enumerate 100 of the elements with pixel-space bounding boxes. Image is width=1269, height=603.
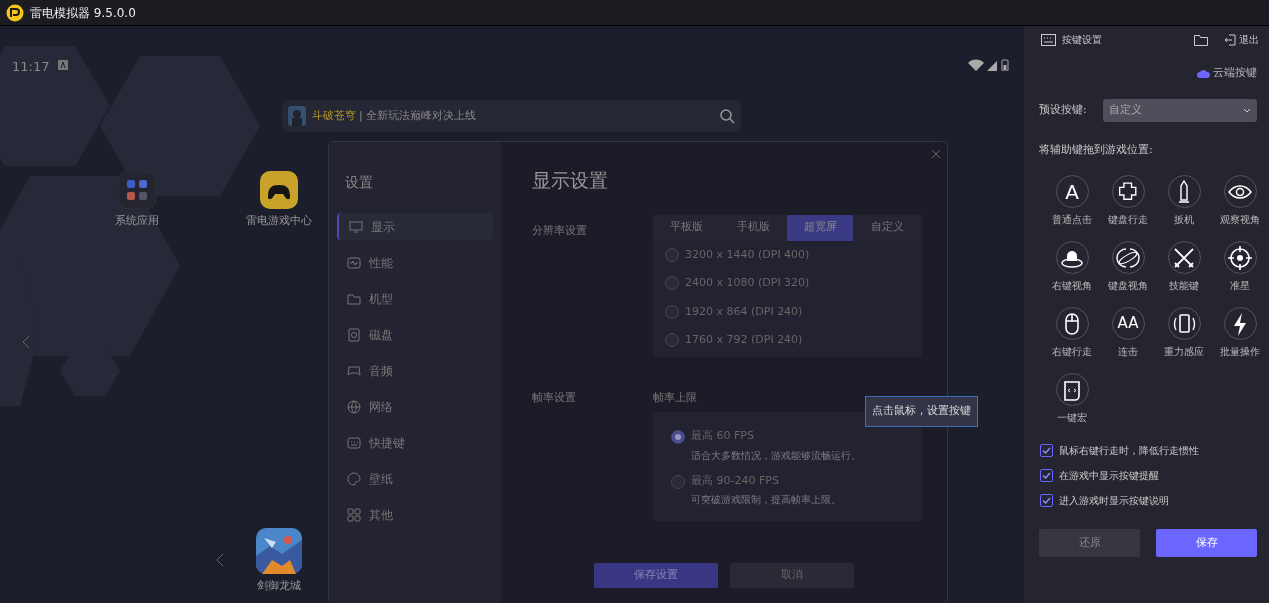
tool-label: 连击 bbox=[1117, 345, 1139, 359]
reset-button[interactable]: 还原 bbox=[1039, 529, 1140, 557]
tooltip: 点击鼠标，设置按键 bbox=[865, 396, 978, 427]
sidebar-item[interactable]: 性能 bbox=[337, 249, 493, 276]
sidebar-item[interactable]: 其他 bbox=[337, 501, 493, 528]
window-title: 雷电模拟器 9.5.0.0 bbox=[30, 4, 136, 22]
checkbox[interactable] bbox=[1040, 444, 1053, 457]
sidebar-item[interactable]: 壁纸 bbox=[337, 465, 493, 492]
tool-label: 批量操作 bbox=[1219, 345, 1261, 359]
app-icon[interactable] bbox=[260, 171, 298, 209]
tool-button[interactable]: 准星 bbox=[1212, 241, 1268, 293]
tool-icon: AA bbox=[1117, 312, 1139, 335]
chevron-down-icon bbox=[1243, 107, 1251, 113]
tool-label: 右键视角 bbox=[1051, 279, 1093, 293]
keyboard-icon bbox=[347, 435, 361, 450]
app-icon[interactable] bbox=[118, 171, 156, 209]
checkbox-label: 进入游戏时显示按键说明 bbox=[1059, 494, 1169, 508]
tab[interactable]: 超宽屏 bbox=[787, 214, 853, 241]
tool-label: 技能键 bbox=[1168, 279, 1200, 293]
sidebar-item[interactable]: 音频 bbox=[337, 357, 493, 384]
checkbox[interactable] bbox=[1040, 494, 1053, 507]
checkbox[interactable] bbox=[1040, 469, 1053, 482]
panel-title: 按键设置 bbox=[1062, 33, 1102, 47]
setting-label: 分辨率设置 bbox=[532, 222, 588, 239]
radio-button[interactable] bbox=[671, 474, 685, 489]
exit-icon bbox=[1224, 33, 1236, 46]
tool-button[interactable]: 一键宏 bbox=[1044, 373, 1100, 425]
palette-icon bbox=[347, 471, 361, 486]
chevron-left-icon[interactable] bbox=[216, 553, 224, 567]
chevron-left-icon[interactable] bbox=[22, 335, 30, 349]
tool-label: 一键宏 bbox=[1056, 411, 1088, 425]
option-label: 1920 x 864 (DPI 240) bbox=[685, 303, 803, 320]
search-bar[interactable]: 斗破苍穹 | 全新玩法巅峰对决上线 bbox=[282, 100, 741, 132]
folder-icon bbox=[347, 291, 361, 306]
tool-label: 键盘视角 bbox=[1107, 279, 1149, 293]
close-icon[interactable] bbox=[931, 149, 941, 159]
cloud-keys-button[interactable]: 云端按键 bbox=[1197, 65, 1257, 82]
radio-button[interactable] bbox=[671, 430, 685, 444]
app-label[interactable]: 系统应用 bbox=[92, 213, 182, 230]
tool-button[interactable]: 技能键 bbox=[1156, 241, 1212, 293]
option-label: 2400 x 1080 (DPI 320) bbox=[685, 275, 810, 291]
sidebar-item[interactable]: 机型 bbox=[337, 285, 493, 312]
tool-button[interactable]: 右键行走 bbox=[1044, 307, 1100, 359]
setting-sublabel: 帧率上限 bbox=[653, 389, 698, 406]
app-label[interactable]: 雷电游戏中心 bbox=[234, 213, 324, 230]
sidebar-item[interactable]: 快捷键 bbox=[337, 429, 493, 456]
radio-button[interactable] bbox=[665, 247, 679, 262]
save-button[interactable]: 保存 bbox=[1156, 529, 1257, 557]
tool-label: 重力感应 bbox=[1163, 345, 1205, 359]
app-label[interactable]: 剑御龙城 bbox=[234, 578, 324, 595]
tool-button[interactable]: 键盘视角 bbox=[1100, 241, 1156, 293]
setting-label: 帧率设置 bbox=[532, 389, 577, 406]
tool-button[interactable]: 扳机 bbox=[1156, 175, 1212, 227]
preset-select[interactable]: 自定义 bbox=[1103, 98, 1257, 122]
game-name: 斗破苍穹 bbox=[312, 107, 356, 124]
grid-icon bbox=[347, 507, 361, 522]
search-icon[interactable] bbox=[719, 108, 735, 124]
globe-icon bbox=[347, 399, 361, 414]
save-button[interactable]: 保存设置 bbox=[594, 563, 718, 588]
logo-icon bbox=[6, 3, 24, 22]
tool-button[interactable]: 键盘行走 bbox=[1100, 175, 1156, 227]
option-hint: 可突破游戏限制，提高帧率上限。 bbox=[691, 493, 841, 507]
tool-button[interactable]: 右键视角 bbox=[1044, 241, 1100, 293]
pulse-icon bbox=[347, 255, 361, 270]
tool-button[interactable]: 批量操作 bbox=[1212, 307, 1268, 359]
instruction-text: 将辅助键拖到游戏位置: bbox=[1039, 141, 1154, 158]
status-time: 11:17 bbox=[12, 58, 50, 76]
radio-button[interactable] bbox=[665, 333, 679, 348]
tool-label: 观察视角 bbox=[1219, 213, 1261, 227]
tool-button[interactable]: 观察视角 bbox=[1212, 175, 1268, 227]
sidebar-item[interactable]: 网络 bbox=[337, 393, 493, 420]
option-hint: 适合大多数情况，游戏能够流畅运行。 bbox=[691, 448, 861, 463]
signal-icon bbox=[968, 59, 1010, 71]
option-label: 最高 60 FPS bbox=[691, 428, 755, 444]
tool-label: 右键行走 bbox=[1051, 345, 1093, 359]
tool-icon: A bbox=[1065, 176, 1079, 207]
tool-button[interactable]: AA 连击 bbox=[1100, 307, 1156, 359]
sidebar-item[interactable]: 磁盘 bbox=[337, 321, 493, 348]
dialog-heading: 显示设置 bbox=[532, 168, 609, 193]
cloud-icon bbox=[1197, 68, 1210, 78]
folder-icon[interactable] bbox=[1194, 33, 1208, 46]
tool-label: 普通点击 bbox=[1051, 213, 1093, 227]
keyboard-icon bbox=[1041, 33, 1056, 46]
notification-icon bbox=[58, 60, 68, 70]
option-label: 1760 x 792 (DPI 240) bbox=[685, 332, 803, 348]
game-thumbnail-icon bbox=[288, 106, 306, 126]
tool-button[interactable]: A 普通点击 bbox=[1044, 175, 1100, 227]
preset-label: 预设按键: bbox=[1039, 101, 1088, 118]
radio-button[interactable] bbox=[665, 304, 679, 319]
radio-button[interactable] bbox=[665, 276, 679, 291]
exit-button[interactable]: 退出 bbox=[1224, 32, 1259, 47]
check-icon bbox=[1042, 497, 1051, 504]
check-icon bbox=[1042, 472, 1051, 479]
sidebar-item[interactable]: 显示 bbox=[337, 213, 493, 240]
tool-label: 键盘行走 bbox=[1107, 213, 1149, 227]
checkbox-label: 鼠标右键行走时，降低行走惯性 bbox=[1059, 444, 1199, 458]
checkbox-label: 在游戏中显示按键提醒 bbox=[1059, 469, 1159, 483]
check-icon bbox=[1042, 447, 1051, 454]
tool-button[interactable]: 重力感应 bbox=[1156, 307, 1212, 359]
sidebar-title: 设置 bbox=[345, 173, 374, 192]
